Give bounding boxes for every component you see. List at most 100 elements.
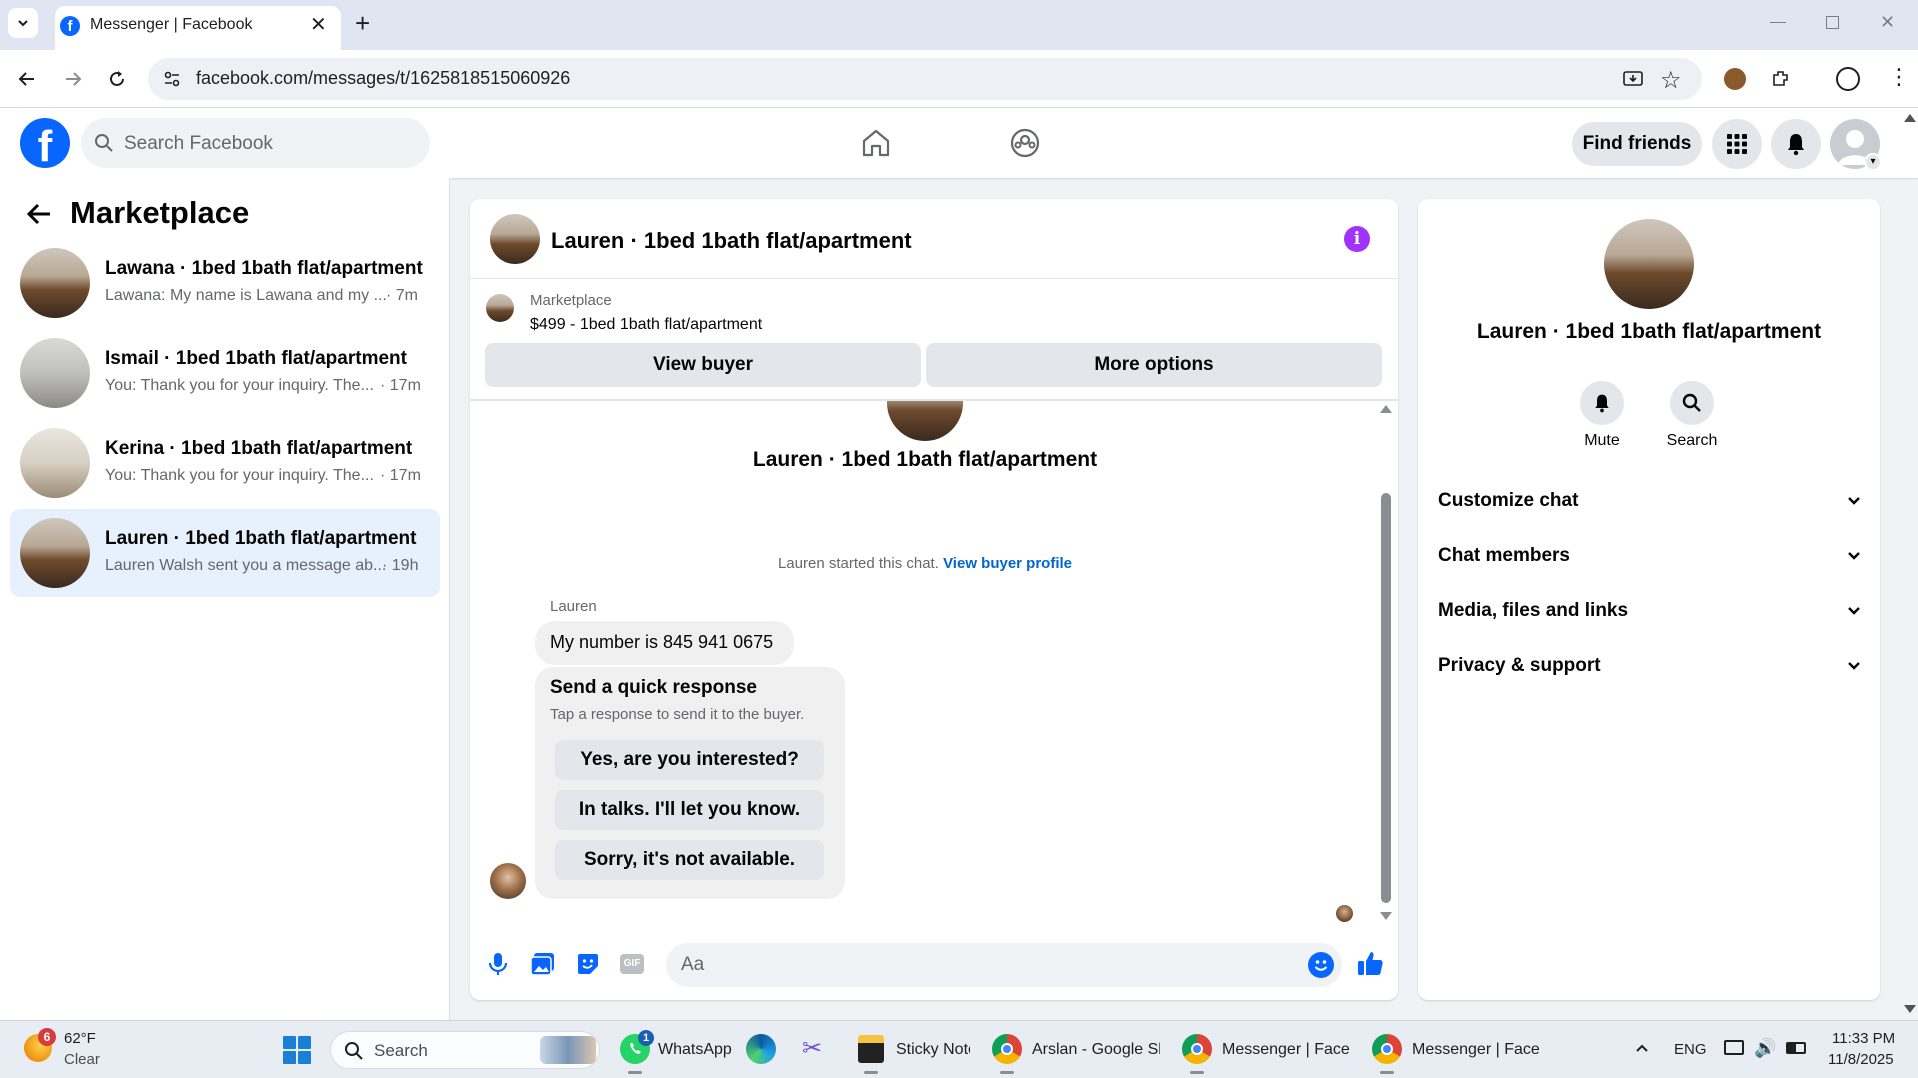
page-title: Marketplace [70,195,250,230]
menu-button[interactable] [1712,119,1762,169]
quick-response-subtitle: Tap a response to send it to the buyer. [550,706,805,723]
profile-avatar-large[interactable] [1604,219,1694,309]
chat-header-avatar[interactable] [490,214,540,264]
find-friends-button[interactable]: Find friends [1572,122,1702,166]
mute-button[interactable] [1580,381,1624,425]
site-settings-icon[interactable] [162,69,182,89]
bookmark-star-icon[interactable]: ☆ [1660,66,1682,95]
chrome-icon[interactable] [1372,1034,1402,1064]
chevron-down-icon [1848,662,1860,670]
search-chat-button[interactable] [1670,381,1714,425]
tray-chevron-icon[interactable] [1634,1040,1650,1056]
bell-icon [1595,394,1609,413]
section-label: Privacy & support [1438,655,1601,676]
tab-close-icon[interactable]: ✕ [310,12,327,37]
chat-members-section[interactable]: Chat members [1438,541,1862,571]
taskbar-app-label[interactable]: Messenger | Faceb [1222,1041,1350,1059]
listing-thumbnail[interactable] [486,294,514,322]
like-thumb-icon[interactable] [1356,949,1384,977]
scroll-down-icon[interactable] [1380,912,1392,920]
message-text: My number is 845 941 0675 [550,632,774,652]
quick-response-title: Send a quick response [550,677,757,698]
message-input-placeholder: Aa [681,954,705,975]
emoji-icon[interactable] [1308,952,1334,978]
install-app-icon[interactable] [1622,68,1644,90]
groups-icon[interactable] [1009,127,1041,159]
windows-start-icon[interactable] [282,1035,312,1065]
sender-name: Lauren [550,598,597,615]
weather-badge: 6 [38,1028,56,1046]
snipping-tool-icon[interactable]: ✂ [802,1034,822,1063]
conversation-name: Kerina · 1bed 1bath flat/apartment [105,438,413,459]
volume-icon[interactable]: 🔊 [1754,1038,1776,1059]
info-icon[interactable]: i [1344,226,1370,252]
restore-icon[interactable] [1826,16,1839,29]
microphone-icon[interactable] [488,952,508,976]
page-scroll-down-icon[interactable] [1904,1005,1916,1013]
taskbar-app-label[interactable]: Sticky Note [896,1041,970,1059]
profile-icon[interactable] [1836,67,1860,91]
conversation-name: Lawana · 1bed 1bath flat/apartment [105,258,423,279]
window-close-icon[interactable]: ✕ [1880,12,1895,33]
extensions-icon[interactable] [1770,68,1792,90]
home-icon[interactable] [860,127,892,159]
conversation-avatar [20,428,90,498]
chrome-icon[interactable] [992,1034,1022,1064]
network-icon[interactable] [1724,1040,1744,1055]
privacy-support-section[interactable]: Privacy & support [1438,651,1862,681]
page-scroll-up-icon[interactable] [1904,114,1916,122]
listing-source: Marketplace [530,292,612,309]
forward-icon[interactable] [62,68,84,90]
photo-icon[interactable] [530,952,556,976]
clock-time[interactable]: 11:33 PM [1832,1030,1895,1047]
menu-kebab-icon[interactable]: ⋮ [1888,64,1910,90]
sticky-notes-icon[interactable] [858,1035,884,1063]
search-icon [94,133,114,153]
grid-menu-icon [1727,134,1747,154]
chevron-down-icon [18,20,28,27]
view-buyer-profile-link[interactable]: View buyer profile [943,555,1072,572]
battery-icon[interactable] [1786,1042,1806,1054]
language-indicator[interactable]: ENG [1674,1041,1707,1058]
conversation-avatar [20,248,90,318]
back-arrow-icon[interactable] [26,202,52,226]
minimize-icon[interactable] [1770,22,1786,23]
sticker-icon[interactable] [576,952,600,976]
conversation-time: · 19h [382,557,419,574]
scroll-up-icon[interactable] [1380,405,1392,413]
back-icon[interactable] [16,68,38,90]
reload-icon[interactable] [106,68,128,90]
section-label: Media, files and links [1438,600,1629,621]
gif-icon[interactable]: GIF [620,954,644,974]
quick-response-button[interactable]: Sorry, it's not available. [555,840,824,880]
tab-search-button[interactable] [8,8,38,38]
taskbar-app-label[interactable]: Arslan - Google Sh [1032,1041,1160,1059]
chat-started-text: Lauren started this chat. [777,555,939,572]
chat-scrollbar-thumb[interactable] [1381,493,1391,903]
facebook-logo-icon[interactable]: f [20,118,70,168]
quick-response-button[interactable]: In talks. I'll let you know. [555,790,824,830]
conversation-avatar [20,518,90,588]
search-icon [1682,393,1701,412]
conversation-name: Ismail · 1bed 1bath flat/apartment [105,348,407,369]
new-tab-icon[interactable]: + [355,8,370,39]
search-highlight-image [540,1036,596,1064]
customize-chat-section[interactable]: Customize chat [1438,486,1862,516]
media-files-links-section[interactable]: Media, files and links [1438,596,1862,626]
more-options-button[interactable]: More options [926,343,1382,387]
edge-icon[interactable] [746,1034,776,1064]
quick-response-button[interactable]: Yes, are you interested? [555,740,824,780]
chrome-icon[interactable] [1182,1034,1212,1064]
cookie-extension-icon[interactable] [1724,68,1746,90]
conversation-avatar [20,338,90,408]
chat-title[interactable]: Lauren · 1bed 1bath flat/apartment [551,228,912,254]
clock-date[interactable]: 11/8/2025 [1828,1051,1894,1068]
conversation-time: · 17m [380,377,421,394]
listing-title[interactable]: $499 - 1bed 1bath flat/apartment [530,316,762,334]
view-buyer-button[interactable]: View buyer [485,343,921,387]
tab-title: Messenger | Facebook [90,16,253,33]
taskbar-app-label[interactable]: WhatsApp [658,1041,732,1059]
message-input[interactable] [666,943,1342,987]
taskbar-app-label[interactable]: Messenger | Faceb [1412,1041,1540,1059]
notifications-button[interactable] [1771,119,1821,169]
